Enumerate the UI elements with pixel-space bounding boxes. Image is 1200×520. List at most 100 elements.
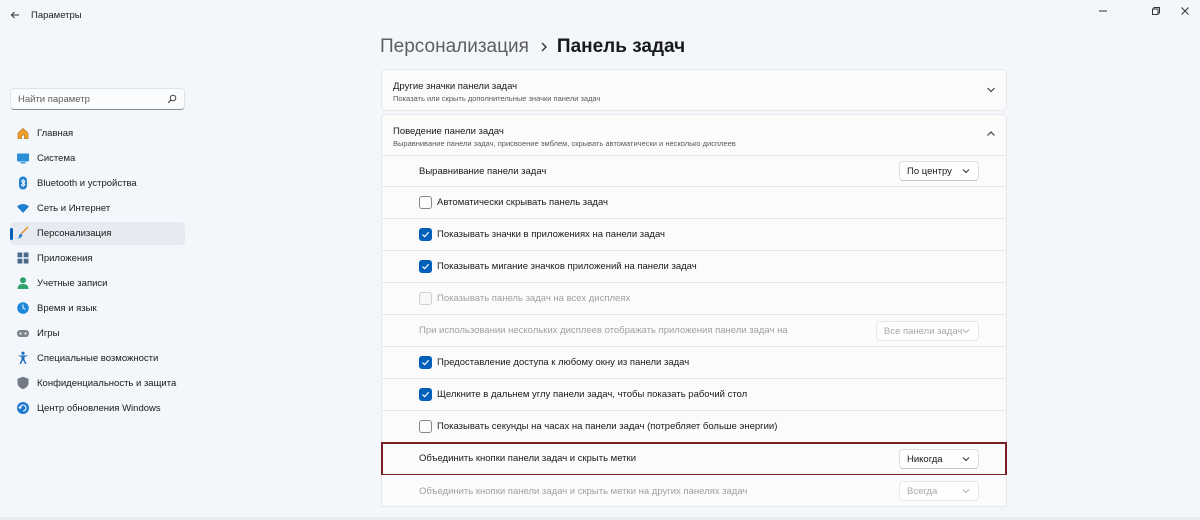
corner-desktop-row[interactable]: Щелкните в дальнем углу панели задач, чт… [381, 379, 1007, 411]
all-displays-checkbox [419, 292, 432, 305]
combine-other-row: Объединить кнопки панели задач и скрыть … [381, 475, 1007, 507]
dropdown-value: Всегда [907, 485, 938, 497]
apps-icon [16, 251, 30, 265]
show-seconds-row[interactable]: Показывать секунды на часах на панели за… [381, 411, 1007, 443]
dropdown-value: Все панели задач [884, 325, 963, 337]
show-seconds-label: Показывать секунды на часах на панели за… [437, 421, 778, 432]
nav-label: Конфиденциальность и защита [37, 378, 177, 389]
search-icon [167, 94, 177, 104]
nav-label: Главная [37, 128, 74, 139]
alignment-row: Выравнивание панели задач По центру [381, 156, 1007, 187]
minimize-button[interactable] [1090, 3, 1116, 19]
minimize-icon [1099, 10, 1107, 12]
nav-label: Учетные записи [37, 278, 108, 289]
update-icon [16, 401, 30, 415]
bluetooth-icon [16, 176, 30, 190]
nav-item-accessibility[interactable]: Специальные возможности [10, 347, 185, 370]
corner-desktop-checkbox[interactable] [419, 388, 432, 401]
accessibility-icon [16, 351, 30, 365]
restore-button[interactable] [1143, 3, 1169, 19]
monitor-icon [16, 151, 30, 165]
nav-label: Игры [37, 328, 60, 339]
chevron-down-icon [987, 87, 995, 93]
nav-label: Система [37, 153, 76, 164]
alignment-dropdown[interactable]: По центру [899, 161, 979, 181]
behavior-expander[interactable]: Поведение панели задач Выравнивание пане… [381, 114, 1007, 156]
page-title: Панель задач [556, 36, 686, 57]
brush-icon [16, 226, 30, 240]
show-flashing-checkbox[interactable] [419, 260, 432, 273]
chevron-down-icon [962, 329, 970, 334]
share-window-row[interactable]: Предоставление доступа к любому окну из … [381, 347, 1007, 379]
checkmark-icon [422, 359, 430, 366]
breadcrumb-parent[interactable]: Персонализация [380, 36, 529, 58]
multi-display-dropdown: Все панели задач [876, 321, 979, 341]
nav-item-network[interactable]: Сеть и Интернет [10, 197, 185, 220]
checkmark-icon [422, 263, 430, 270]
title-bar: Параметры [0, 0, 1200, 30]
autohide-row[interactable]: Автоматически скрывать панель задач [381, 187, 1007, 219]
expander-title: Другие значки панели задач [393, 81, 518, 92]
autohide-checkbox[interactable] [419, 196, 432, 209]
nav-label: Приложения [37, 253, 93, 264]
chevron-down-icon [962, 489, 970, 494]
close-icon [1181, 7, 1189, 15]
nav-item-accounts[interactable]: Учетные записи [10, 272, 185, 295]
chevron-down-icon [962, 169, 970, 174]
search-box[interactable] [10, 88, 185, 110]
globe-clock-icon [16, 301, 30, 315]
highlight-box [381, 442, 1007, 476]
checkmark-icon [422, 231, 430, 238]
nav-item-home[interactable]: Главная [10, 122, 185, 145]
expander-description: Выравнивание панели задач, присвоение эм… [393, 139, 736, 148]
nav-item-windows-update[interactable]: Центр обновления Windows [10, 397, 185, 420]
nav-label: Персонализация [37, 228, 112, 239]
active-indicator [10, 228, 13, 240]
nav-item-privacy[interactable]: Конфиденциальность и защита [10, 372, 185, 395]
back-arrow-icon [10, 11, 19, 19]
alignment-label: Выравнивание панели задач [419, 166, 547, 177]
show-flashing-label: Показывать мигание значков приложений на… [437, 261, 697, 272]
multi-display-label: При использовании нескольких дисплеев от… [419, 325, 788, 336]
nav-label: Bluetooth и устройства [37, 178, 137, 189]
nav-item-bluetooth[interactable]: Bluetooth и устройства [10, 172, 185, 195]
autohide-label: Автоматически скрывать панель задач [437, 197, 609, 208]
share-window-label: Предоставление доступа к любому окну из … [437, 357, 690, 368]
nav-item-personalization[interactable]: Персонализация [10, 222, 185, 245]
nav-label: Специальные возможности [37, 353, 159, 364]
close-button[interactable] [1172, 3, 1198, 19]
share-window-checkbox[interactable] [419, 356, 432, 369]
combine-other-dropdown: Всегда [899, 481, 979, 501]
nav-item-system[interactable]: Система [10, 147, 185, 170]
show-flashing-row[interactable]: Показывать мигание значков приложений на… [381, 251, 1007, 283]
nav-label: Время и язык [37, 303, 97, 314]
chevron-up-icon [987, 131, 995, 136]
nav-item-gaming[interactable]: Игры [10, 322, 185, 345]
all-displays-row: Показывать панель задач на всех дисплеях [381, 283, 1007, 315]
gamepad-icon [16, 326, 30, 340]
wifi-icon [16, 201, 30, 215]
all-displays-label: Показывать панель задач на всех дисплеях [437, 293, 631, 304]
show-seconds-checkbox[interactable] [419, 420, 432, 433]
home-icon [16, 126, 30, 140]
show-badges-label: Показывать значки в приложениях на панел… [437, 229, 665, 240]
multi-display-row: При использовании нескольких дисплеев от… [381, 315, 1007, 347]
nav-item-time-language[interactable]: Время и язык [10, 297, 185, 320]
shield-icon [16, 376, 30, 390]
expander-description: Показать или скрыть дополнительные значк… [393, 94, 601, 103]
dropdown-value: По центру [907, 165, 952, 177]
nav-item-apps[interactable]: Приложения [10, 247, 185, 270]
combine-other-label: Объединить кнопки панели задач и скрыть … [419, 486, 748, 497]
person-icon [16, 276, 30, 290]
search-input[interactable] [18, 93, 158, 105]
show-badges-row[interactable]: Показывать значки в приложениях на панел… [381, 219, 1007, 251]
other-icons-expander[interactable]: Другие значки панели задач Показать или … [381, 69, 1007, 111]
checkmark-icon [422, 391, 430, 398]
back-button[interactable] [5, 5, 25, 25]
nav-label: Сеть и Интернет [37, 203, 111, 214]
restore-icon [1152, 7, 1160, 15]
corner-desktop-label: Щелкните в дальнем углу панели задач, чт… [437, 389, 748, 400]
show-badges-checkbox[interactable] [419, 228, 432, 241]
nav-label: Центр обновления Windows [37, 403, 161, 414]
app-title: Параметры [31, 10, 82, 21]
